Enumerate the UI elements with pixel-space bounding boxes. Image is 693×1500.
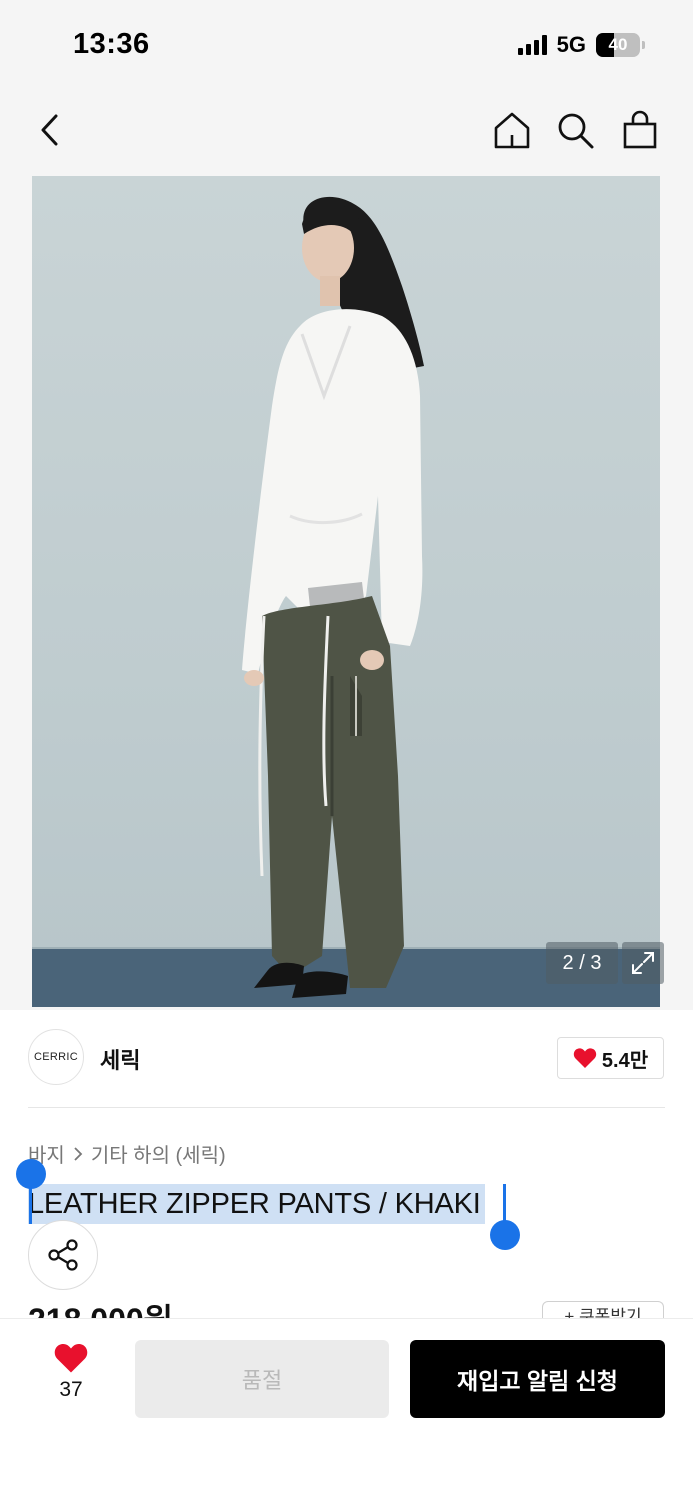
back-button[interactable] bbox=[28, 108, 72, 152]
heart-icon bbox=[54, 1344, 88, 1373]
image-counter: 2 / 3 bbox=[546, 942, 618, 984]
chevron-right-icon bbox=[74, 1146, 83, 1161]
divider bbox=[28, 1107, 665, 1108]
status-indicators: 5G 40 bbox=[517, 32, 645, 58]
network-type: 5G bbox=[556, 32, 586, 57]
chevron-left-icon bbox=[41, 114, 58, 146]
breadcrumb-item-subcategory[interactable]: 기타 하의 (세릭) bbox=[91, 1139, 226, 1168]
signal-icon bbox=[517, 35, 547, 55]
product-price: 218,000원 bbox=[28, 1302, 174, 1320]
product-image[interactable] bbox=[32, 176, 660, 1007]
search-button[interactable] bbox=[553, 108, 597, 152]
brand-name[interactable]: 세릭 bbox=[100, 1043, 140, 1075]
wishlist-button[interactable]: 37 bbox=[36, 1342, 106, 1402]
expand-button[interactable] bbox=[622, 942, 664, 984]
product-title[interactable]: LEATHER ZIPPER PANTS / KHAKI bbox=[28, 1188, 481, 1221]
title-selection[interactable]: LEATHER ZIPPER PANTS / KHAKI bbox=[28, 1184, 485, 1224]
selection-start-bar bbox=[29, 1180, 32, 1224]
restock-alert-button[interactable]: 재입고 알림 신청 bbox=[410, 1340, 665, 1418]
brand-like-button[interactable]: 5.4만 bbox=[557, 1037, 664, 1079]
breadcrumb: 바지 기타 하의 (세릭) bbox=[28, 1139, 226, 1168]
battery-tip bbox=[642, 41, 645, 49]
home-button[interactable] bbox=[490, 108, 534, 152]
status-time: 13:36 bbox=[73, 28, 150, 60]
heart-icon bbox=[573, 1048, 597, 1068]
cart-button[interactable] bbox=[618, 108, 662, 152]
search-icon bbox=[558, 113, 594, 149]
battery-icon: 40 bbox=[596, 33, 640, 57]
home-icon bbox=[494, 112, 530, 149]
battery-level: 40 bbox=[608, 35, 628, 54]
brand-logo[interactable]: CERRIC bbox=[28, 1029, 84, 1085]
selection-end-handle[interactable] bbox=[490, 1220, 520, 1250]
brand-like-count: 5.4만 bbox=[601, 1049, 649, 1072]
wishlist-count: 37 bbox=[59, 1378, 83, 1401]
expand-icon bbox=[632, 952, 654, 974]
brand-logo-text: CERRIC bbox=[34, 1051, 78, 1063]
share-icon bbox=[48, 1239, 78, 1271]
shopping-bag-icon bbox=[623, 110, 657, 149]
model-figure bbox=[242, 196, 424, 998]
share-button[interactable] bbox=[28, 1220, 98, 1290]
coupon-button[interactable]: + 쿠폰받기 bbox=[542, 1301, 664, 1319]
soldout-button: 품절 bbox=[135, 1340, 389, 1418]
selection-end-bar bbox=[503, 1184, 506, 1224]
